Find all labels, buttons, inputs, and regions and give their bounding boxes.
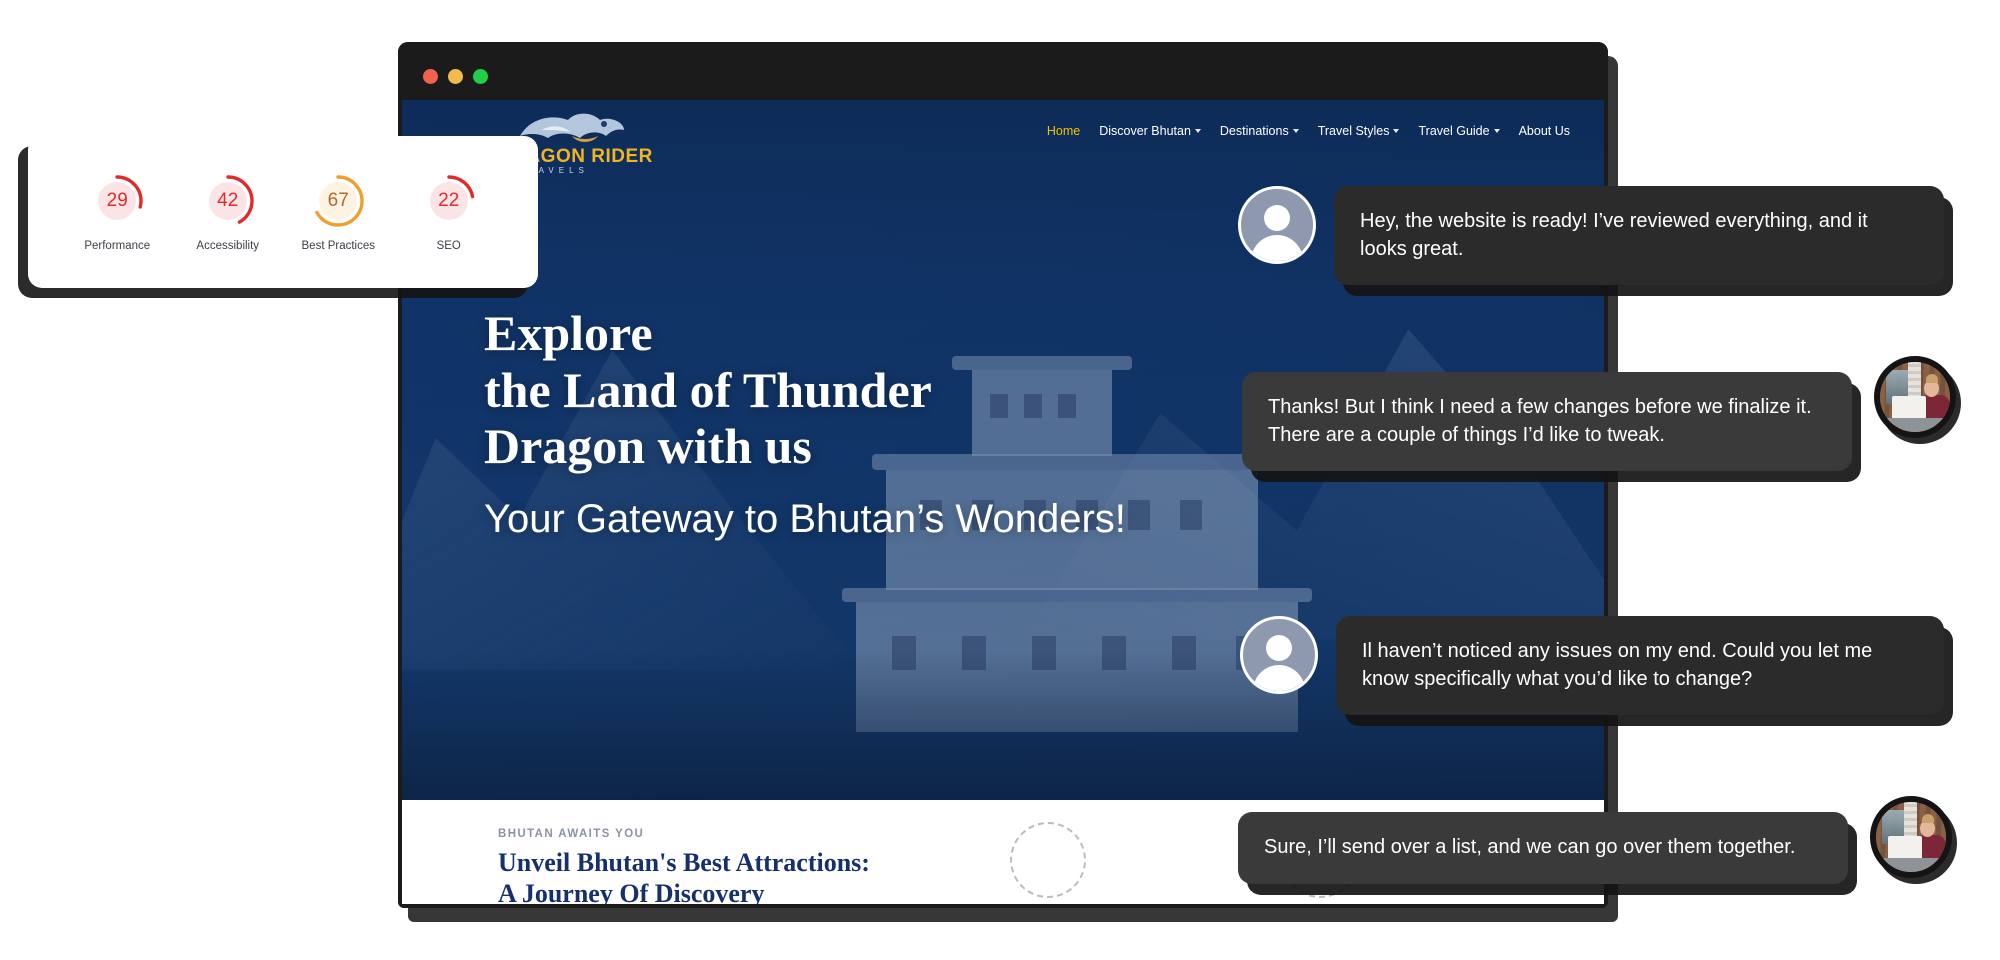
nav-item-label: Destinations	[1219, 124, 1289, 138]
browser-window-mock: DRAGON RIDER TRAVELS Home Discover Bhuta…	[398, 42, 1608, 908]
chat-message-1: Hey, the website is ready! I’ve reviewed…	[1238, 186, 1944, 286]
nav-item-label: Travel Styles	[1317, 124, 1390, 138]
hero-title-line-2: the Land of Thunder	[484, 361, 932, 418]
photo-laptop-screen	[1892, 396, 1926, 420]
chat-bubble[interactable]: Il haven’t noticed any issues on my end.…	[1336, 616, 1944, 716]
section-title: Unveil Bhutan's Best Attractions: A Jour…	[498, 848, 870, 904]
nav-item-discover-bhutan[interactable]: Discover Bhutan	[1099, 124, 1201, 138]
nav-item-label: Travel Guide	[1418, 124, 1490, 138]
window-maximize-button[interactable]	[473, 69, 488, 84]
chat-bubble[interactable]: Sure, I’ll send over a list, and we can …	[1238, 812, 1848, 884]
nav-item-label: About Us	[1518, 124, 1570, 138]
avatar-head-shape	[1266, 635, 1292, 661]
nav-item-about-us[interactable]: About Us	[1519, 124, 1570, 138]
chevron-down-icon	[1493, 129, 1500, 133]
hero-title: Explore the Land of Thunder Dragon with …	[484, 305, 1126, 475]
score-value: 67	[327, 189, 349, 211]
hero-subtitle: Your Gateway to Bhutan’s Wonders!	[484, 496, 1126, 541]
decorative-dashed-circle	[1010, 822, 1086, 898]
score-item-performance[interactable]: 29 Performance	[62, 173, 173, 252]
lighthouse-score-card: 29 Performance 42 Accessibility 67 Best …	[28, 136, 538, 288]
nav-item-home[interactable]: Home	[1047, 124, 1080, 138]
window-close-button[interactable]	[423, 69, 438, 84]
nav-item-travel-guide[interactable]: Travel Guide	[1418, 124, 1500, 138]
score-gauge-best-practices: 67	[310, 173, 366, 229]
section-title-line-2: A Journey Of Discovery	[498, 878, 765, 904]
hero-title-line-1: Explore	[484, 305, 653, 361]
chevron-down-icon	[1292, 129, 1299, 133]
photo-person-hair	[1922, 814, 1934, 823]
score-label: Best Practices	[301, 239, 376, 252]
lighthouse-score-row: 29 Performance 42 Accessibility 67 Best …	[28, 136, 538, 288]
chevron-down-icon	[1194, 129, 1201, 133]
nav-menu: Home Discover Bhutan Destinations Travel…	[1047, 124, 1570, 138]
score-label: Performance	[84, 239, 151, 252]
avatar-body-shape	[1251, 235, 1303, 261]
nav-item-travel-styles[interactable]: Travel Styles	[1318, 124, 1400, 138]
photo-laptop-screen	[1888, 836, 1922, 860]
section-eyebrow: BHUTAN AWAITS YOU	[498, 828, 645, 840]
nav-item-destinations[interactable]: Destinations	[1220, 124, 1299, 138]
chat-bubble[interactable]: Hey, the website is ready! I’ve reviewed…	[1334, 186, 1944, 286]
score-value: 22	[438, 189, 460, 211]
woman-with-laptop-avatar[interactable]	[1870, 796, 1952, 878]
photo-table	[1876, 858, 1946, 872]
hero-title-line-3: Dragon with us	[484, 418, 812, 474]
nav-item-label: Discover Bhutan	[1099, 124, 1191, 138]
score-item-accessibility[interactable]: 42 Accessibility	[173, 173, 284, 252]
chat-message-3: Il haven’t noticed any issues on my end.…	[1240, 616, 1944, 716]
score-item-best-practices[interactable]: 67 Best Practices	[283, 173, 394, 252]
chat-message-2: Thanks! But I think I need a few changes…	[1242, 356, 1956, 472]
avatar-head-shape	[1264, 205, 1290, 231]
score-gauge-performance: 29	[89, 173, 145, 229]
score-gauge-accessibility: 42	[200, 173, 256, 229]
score-item-seo[interactable]: 22 SEO	[394, 173, 505, 252]
chat-bubble[interactable]: Thanks! But I think I need a few changes…	[1242, 372, 1852, 472]
hero-copy: Explore the Land of Thunder Dragon with …	[484, 305, 1126, 542]
person-placeholder-avatar[interactable]	[1240, 616, 1318, 694]
score-value: 42	[217, 189, 239, 211]
person-placeholder-avatar[interactable]	[1238, 186, 1316, 264]
chat-message-4: Sure, I’ll send over a list, and we can …	[1238, 796, 1952, 884]
score-gauge-seo: 22	[421, 173, 477, 229]
nav-item-label: Home	[1046, 124, 1081, 138]
site-navigation-bar: DRAGON RIDER TRAVELS Home Discover Bhuta…	[402, 100, 1604, 175]
woman-with-laptop-avatar[interactable]	[1874, 356, 1956, 438]
chevron-down-icon	[1393, 129, 1400, 133]
avatar-body-shape	[1253, 665, 1305, 691]
photo-person-hair	[1926, 374, 1938, 383]
score-label: Accessibility	[196, 239, 260, 252]
browser-titlebar	[398, 42, 1608, 100]
window-minimize-button[interactable]	[448, 69, 463, 84]
photo-table	[1880, 418, 1950, 432]
logo-subword: TRAVELS	[518, 166, 589, 175]
score-label: SEO	[436, 239, 461, 252]
section-title-line-1: Unveil Bhutan's Best Attractions:	[498, 848, 870, 877]
score-value: 29	[106, 189, 128, 211]
screenshot-stage: DRAGON RIDER TRAVELS Home Discover Bhuta…	[0, 0, 2000, 960]
